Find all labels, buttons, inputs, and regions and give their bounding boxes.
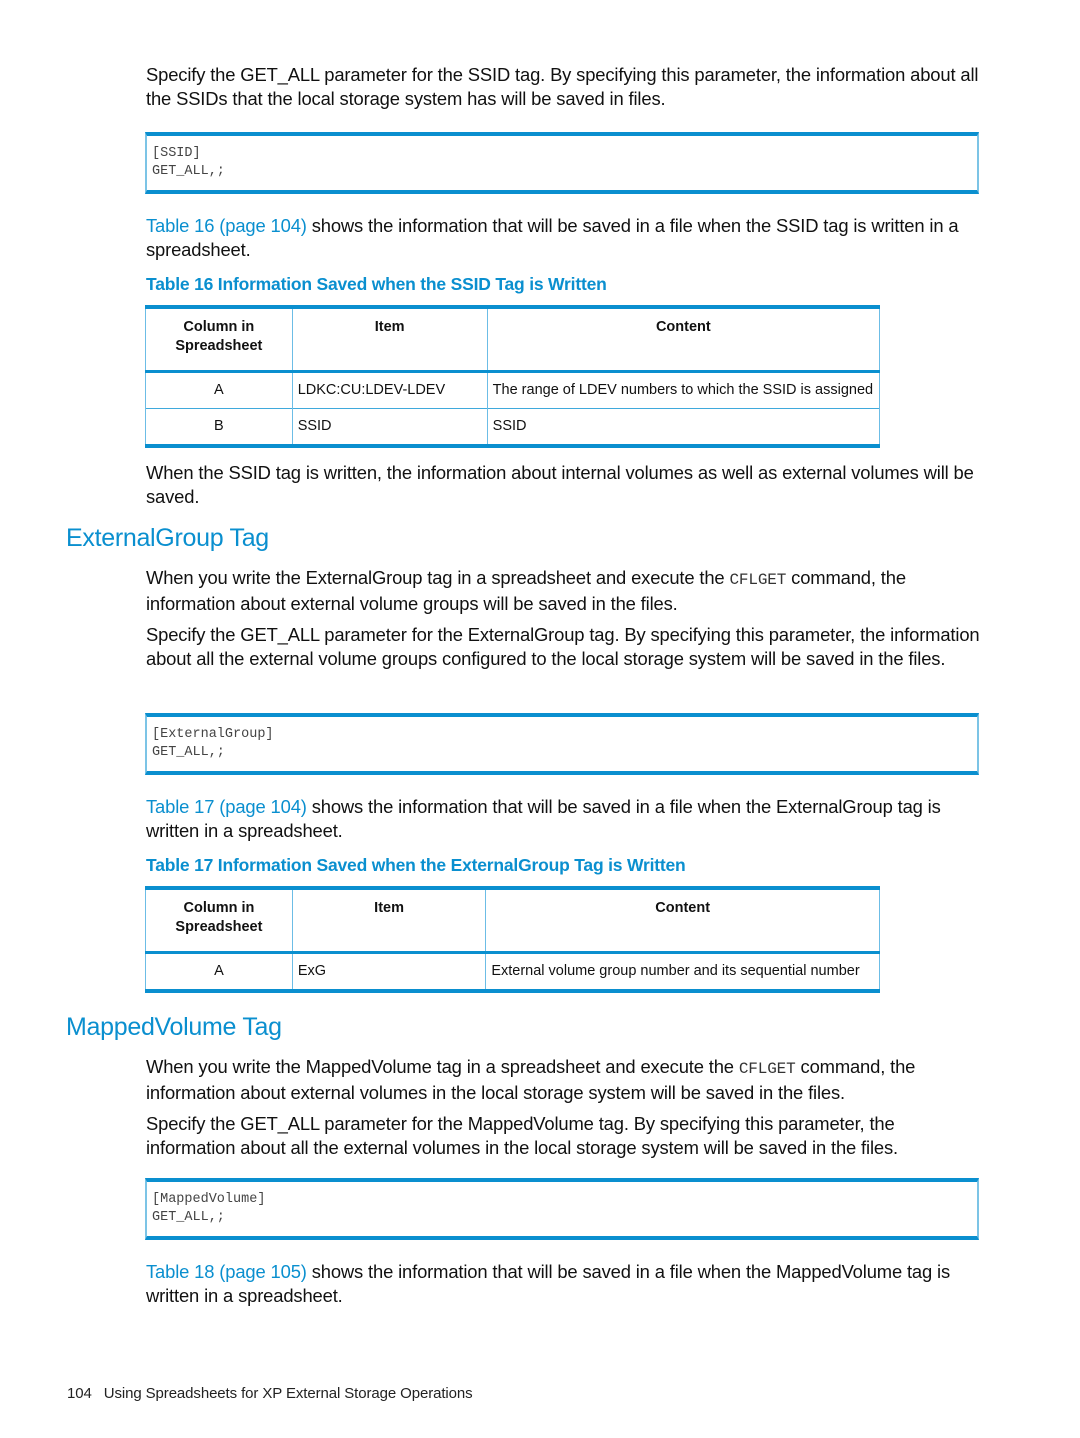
cell-content: External volume group number and its seq… bbox=[485, 952, 880, 991]
header-column-in-spreadsheet: Column in Spreadsheet bbox=[145, 307, 293, 373]
cell-item: ExG bbox=[291, 952, 487, 991]
table-row: B SSID SSID bbox=[145, 408, 881, 446]
table16-caption-block: Table 16 Information Saved when the SSID… bbox=[146, 273, 986, 295]
external-group-body: When you write the ExternalGroup tag in … bbox=[146, 566, 986, 671]
external-group-para1: When you write the ExternalGroup tag in … bbox=[146, 566, 986, 616]
cell-column: B bbox=[145, 408, 293, 446]
external-group-para2: Specify the GET_ALL parameter for the Ex… bbox=[146, 624, 980, 669]
ssid-code-block: [SSID] GET_ALL,; bbox=[145, 132, 979, 194]
document-page: Specify the GET_ALL parameter for the SS… bbox=[0, 0, 1080, 1438]
header-item: Item bbox=[291, 888, 487, 954]
header-item: Item bbox=[291, 307, 488, 373]
code-line: [ExternalGroup] bbox=[152, 727, 274, 742]
ssid-note-paragraph: When the SSID tag is written, the inform… bbox=[146, 462, 974, 507]
intro-block: Specify the GET_ALL parameter for the SS… bbox=[146, 63, 986, 111]
mapped-volume-para2: Specify the GET_ALL parameter for the Ma… bbox=[146, 1113, 898, 1158]
table-header-row: Column in Spreadsheet Item Content bbox=[145, 888, 880, 954]
cell-content: SSID bbox=[486, 408, 881, 446]
mapped-volume-body: When you write the MappedVolume tag in a… bbox=[146, 1055, 986, 1160]
table18-link[interactable]: Table 18 (page 105) bbox=[146, 1261, 307, 1282]
para-text: When you write the MappedVolume tag in a… bbox=[146, 1056, 739, 1077]
code-line: GET_ALL,; bbox=[152, 1210, 225, 1225]
table17-link[interactable]: Table 17 (page 104) bbox=[146, 796, 307, 817]
table16: Column in Spreadsheet Item Content A LDK… bbox=[145, 305, 881, 448]
table18-reference-block: Table 18 (page 105) shows the informatio… bbox=[146, 1260, 986, 1308]
cell-item: LDKC:CU:LDEV-LDEV bbox=[291, 371, 488, 409]
page-footer: 104 Using Spreadsheets for XP External St… bbox=[67, 1385, 473, 1402]
cell-item: SSID bbox=[291, 408, 488, 446]
table16-reference-block: Table 16 (page 104) shows the informatio… bbox=[146, 214, 986, 262]
table17-caption-block: Table 17 Information Saved when the Exte… bbox=[146, 854, 986, 876]
page-number: 104 bbox=[67, 1385, 92, 1402]
table16-reference-paragraph: Table 16 (page 104) shows the informatio… bbox=[146, 214, 986, 262]
mapped-volume-code-block: [MappedVolume] GET_ALL,; bbox=[145, 1178, 979, 1240]
table17-caption: Table 17 Information Saved when the Exte… bbox=[146, 855, 686, 875]
table17-reference-block: Table 17 (page 104) shows the informatio… bbox=[146, 795, 986, 843]
cell-content: The range of LDEV numbers to which the S… bbox=[486, 371, 881, 409]
header-content: Content bbox=[486, 307, 881, 373]
cell-column: A bbox=[145, 371, 293, 409]
code-line: [MappedVolume] bbox=[152, 1192, 266, 1207]
table17-reference-paragraph: Table 17 (page 104) shows the informatio… bbox=[146, 795, 986, 843]
table-row: A LDKC:CU:LDEV-LDEV The range of LDEV nu… bbox=[145, 371, 881, 409]
cflget-command: CFLGET bbox=[729, 571, 787, 589]
mapped-volume-heading: MappedVolume Tag bbox=[66, 1013, 282, 1041]
cell-column: A bbox=[145, 952, 293, 991]
external-group-heading: ExternalGroup Tag bbox=[66, 524, 269, 552]
table16-caption: Table 16 Information Saved when the SSID… bbox=[146, 274, 607, 294]
header-column-in-spreadsheet: Column in Spreadsheet bbox=[145, 888, 293, 954]
code-line: GET_ALL,; bbox=[152, 745, 225, 760]
table17: Column in Spreadsheet Item Content A ExG… bbox=[145, 886, 880, 993]
footer-title: Using Spreadsheets for XP External Stora… bbox=[103, 1385, 473, 1402]
mapped-volume-para1: When you write the MappedVolume tag in a… bbox=[146, 1055, 986, 1105]
intro-paragraph: Specify the GET_ALL parameter for the SS… bbox=[146, 64, 979, 109]
table18-reference-paragraph: Table 18 (page 105) shows the informatio… bbox=[146, 1260, 986, 1308]
table16-link[interactable]: Table 16 (page 104) bbox=[146, 215, 307, 236]
ssid-note-block: When the SSID tag is written, the inform… bbox=[146, 461, 986, 509]
table-header-row: Column in Spreadsheet Item Content bbox=[145, 307, 881, 373]
code-line: GET_ALL,; bbox=[152, 164, 225, 179]
external-group-code-block: [ExternalGroup] GET_ALL,; bbox=[145, 713, 979, 775]
para-text: When you write the ExternalGroup tag in … bbox=[146, 567, 730, 588]
table-row: A ExG External volume group number and i… bbox=[145, 952, 880, 991]
header-content: Content bbox=[485, 888, 880, 954]
code-line: [SSID] bbox=[152, 146, 201, 161]
cflget-command: CFLGET bbox=[738, 1060, 796, 1078]
